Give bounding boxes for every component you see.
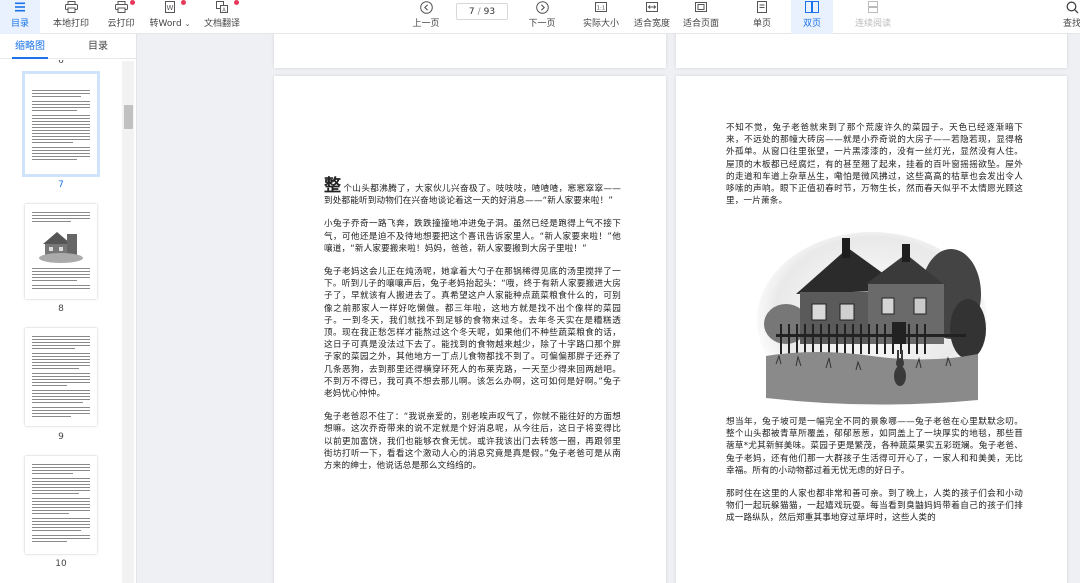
page-left: 整个山头都沸腾了，大家伙儿兴奋极了。吱吱吱，喳喳喳，窸窸窣窣——到处都能听到动物… (274, 76, 666, 583)
fit-page-button[interactable]: 适合页面 (680, 0, 722, 34)
continuous-read-button[interactable]: 连续阅读 (852, 0, 894, 34)
toolbar: 目录 本地打印 云打印 W 转Word ⌄ A 文档翻译 上一页 7 / 93 … (0, 0, 1080, 34)
chevron-down-circle-icon (535, 0, 549, 14)
fit-width-icon (646, 0, 658, 14)
catalog-button[interactable]: 目录 (0, 0, 40, 34)
svg-text:A: A (222, 8, 226, 14)
word-icon: W (164, 0, 176, 14)
fit-page-label: 适合页面 (682, 19, 719, 29)
single-page-label: 单页 (752, 19, 771, 29)
house-illustration (757, 232, 987, 408)
dropcap: 整 (324, 176, 342, 196)
tab-thumbnails[interactable]: 缩略图 (0, 34, 60, 59)
translate-icon: A (216, 0, 228, 14)
new-badge-dot (234, 0, 239, 5)
paragraph: 兔子老爸忍不住了：“我说亲爱的，别老唉声叹气了，你就不能往好的方面想想嘛。这次乔… (324, 412, 621, 472)
doc-translate-button[interactable]: A 文档翻译 (201, 0, 243, 34)
cloud-print-label: 云打印 (107, 19, 135, 29)
previous-page-right (676, 34, 1067, 68)
chevron-up-circle-icon (419, 0, 433, 14)
sidebar-scrollbar[interactable] (122, 61, 134, 583)
thumbnail-number: 10 (55, 559, 67, 569)
thumbnail-page-9[interactable] (25, 328, 97, 426)
left-page-text: 整个山头都沸腾了，大家伙儿兴奋极了。吱吱吱，喳喳喳，窸窸窣窣——到处都能听到动物… (324, 176, 622, 483)
search-button[interactable]: 查找 (1062, 0, 1080, 34)
catalog-icon (14, 0, 26, 14)
previous-page-left (274, 34, 666, 68)
thumbnail-page-8[interactable] (25, 204, 97, 299)
actual-size-button[interactable]: 1:1 实际大小 (580, 0, 622, 34)
thumbnail-page-7[interactable] (22, 71, 100, 177)
paragraph: 不知不觉，兔子老爸就来到了那个荒废许久的菜园子。天色已经逐渐暗下来，不远处的那幢… (726, 123, 1023, 207)
thumbnail-number: 9 (58, 432, 64, 442)
current-page-value: 7 (468, 6, 475, 17)
actual-size-icon: 1:1 (595, 0, 607, 14)
document-viewer: 整个山头都沸腾了，大家伙儿兴奋极了。吱吱吱，喳喳喳，窸窸窣窣——到处都能听到动物… (137, 34, 1080, 583)
cloud-print-button[interactable]: 云打印 (103, 0, 139, 34)
cloud-printer-icon (114, 0, 128, 14)
new-badge-dot (130, 0, 135, 5)
double-page-button[interactable]: 双页 (791, 0, 833, 34)
catalog-label: 目录 (10, 19, 29, 29)
continuous-read-icon (867, 0, 879, 14)
new-badge-dot (181, 0, 186, 5)
printer-icon (64, 0, 78, 14)
paragraph: 兔子老妈这会儿正在炖汤呢，她拿着大勺子在那锅稀得见底的汤里搅拌了一下。听到儿子的… (324, 267, 621, 400)
continuous-read-label: 连续阅读 (854, 19, 891, 29)
sidebar-tabs: 缩略图 目录 (0, 34, 137, 59)
to-word-button[interactable]: W 转Word ⌄ (148, 0, 192, 34)
thumbnail-page-10[interactable] (25, 456, 97, 554)
fit-page-icon (695, 0, 707, 14)
to-word-label: 转Word ⌄ (149, 19, 191, 29)
paragraph: 整个山头都沸腾了，大家伙儿兴奋极了。吱吱吱，喳喳喳，窸窸窣窣——到处都能听到动物… (324, 176, 622, 207)
paragraph: 小兔子乔奇一路飞奔，跌跌撞撞地冲进兔子洞。虽然已经是跑得上气不接下气，可他还是迫… (324, 219, 621, 254)
single-page-icon (757, 0, 767, 14)
chevron-down-icon: ⌄ (184, 20, 191, 28)
local-print-button[interactable]: 本地打印 (50, 0, 92, 34)
svg-text:1:1: 1:1 (597, 6, 606, 12)
thumbnail-number: 8 (58, 304, 64, 314)
local-print-label: 本地打印 (52, 19, 89, 29)
prev-page-label: 上一页 (412, 19, 440, 29)
next-page-label: 下一页 (528, 19, 556, 29)
page-number-input[interactable]: 7 / 93 (456, 3, 508, 20)
tab-contents[interactable]: 目录 (68, 34, 128, 59)
thumbnail-illustration (39, 232, 83, 263)
sidebar-scrollbar-thumb[interactable] (124, 105, 133, 129)
fit-width-label: 适合宽度 (633, 19, 670, 29)
double-page-label: 双页 (802, 19, 821, 29)
page-right: 不知不觉，兔子老爸就来到了那个荒废许久的菜园子。天色已经逐渐暗下来，不远处的那幢… (676, 76, 1067, 583)
right-page-text-bottom: 想当年，兔子坡可是一幅完全不同的景象哪——兔子老爸在心里默默念叨。整个山头都被青… (726, 416, 1023, 536)
next-page-button[interactable]: 下一页 (524, 0, 560, 34)
total-pages-value: 93 (483, 6, 496, 17)
svg-text:W: W (167, 4, 174, 12)
single-page-button[interactable]: 单页 (747, 0, 777, 34)
doc-translate-label: 文档翻译 (203, 19, 240, 29)
fit-width-button[interactable]: 适合宽度 (631, 0, 673, 34)
paragraph: 想当年，兔子坡可是一幅完全不同的景象哪——兔子老爸在心里默默念叨。整个山头都被青… (726, 417, 1023, 476)
right-page-text-top: 不知不觉，兔子老爸就来到了那个荒废许久的菜园子。天色已经逐渐暗下来，不远处的那幢… (726, 122, 1023, 218)
actual-size-label: 实际大小 (582, 19, 619, 29)
prev-page-button[interactable]: 上一页 (408, 0, 444, 34)
paragraph: 那时住在这里的人家也都非常和善可亲。到了晚上，人类的孩子们会和小动物们一起玩躲猫… (726, 489, 1023, 524)
search-label: 查找 (1062, 19, 1080, 29)
thumbnail-list: 6 7 8 9 10 (0, 60, 137, 583)
double-page-icon (805, 0, 819, 14)
thumbnail-number: 6 (58, 60, 64, 66)
thumbnail-number: 7 (58, 180, 64, 190)
thumbnail-sidebar: 缩略图 目录 6 7 8 9 10 (0, 34, 137, 583)
search-icon (1066, 0, 1079, 14)
